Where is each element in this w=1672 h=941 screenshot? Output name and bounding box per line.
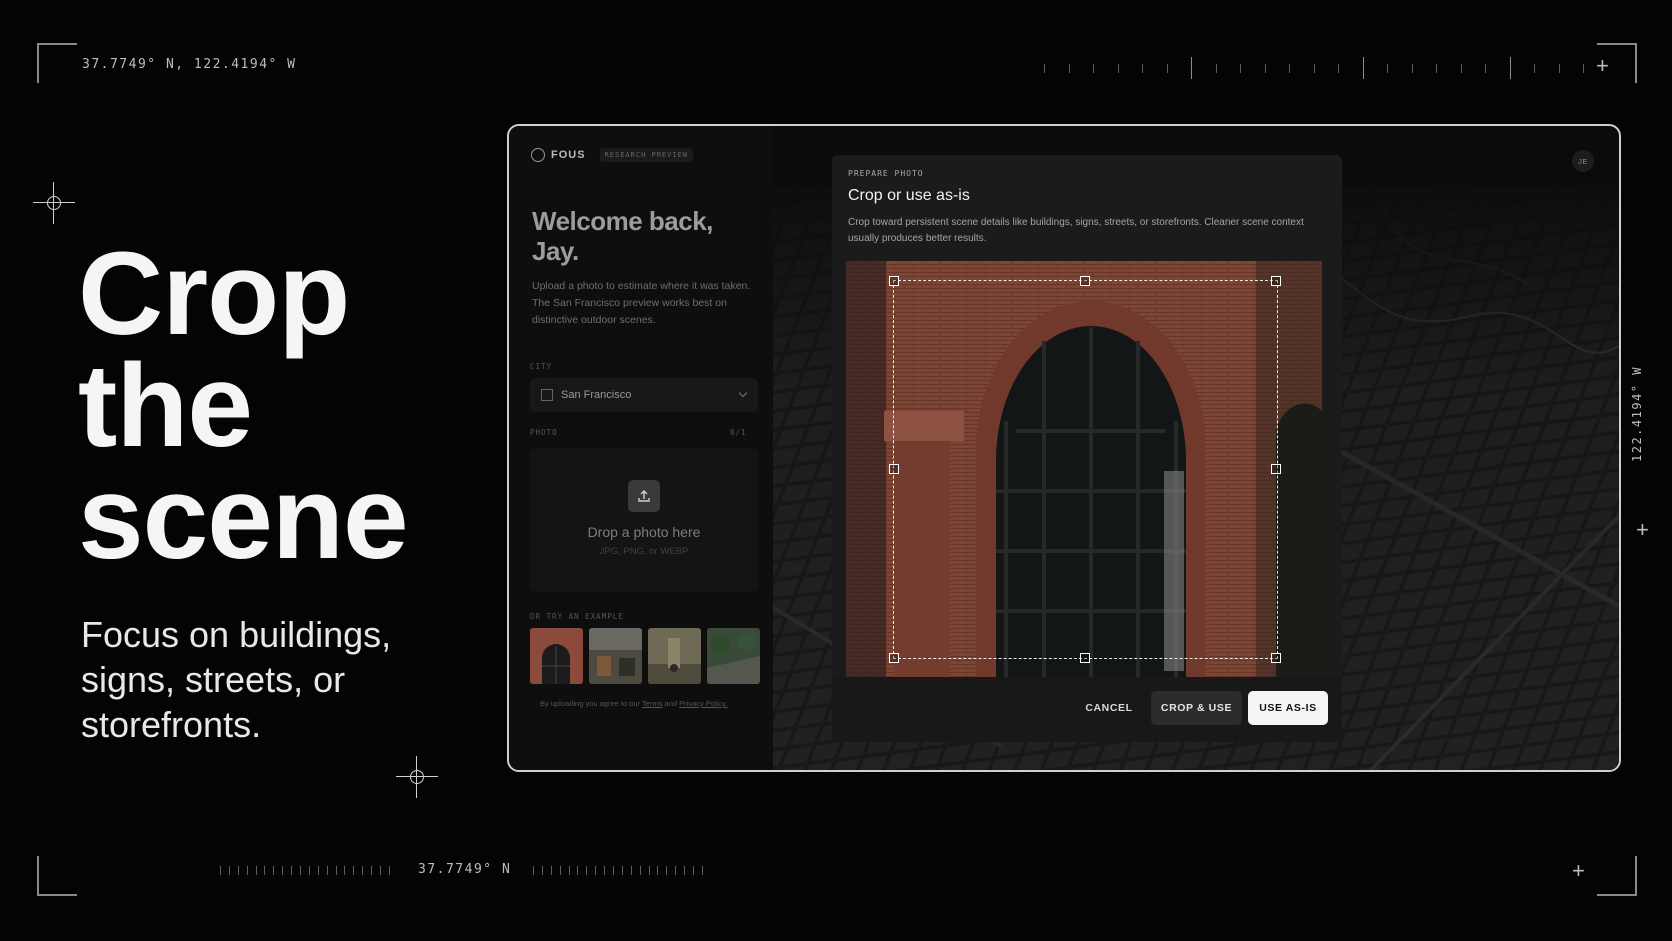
city-value: San Francisco <box>561 389 632 401</box>
frame-corner-bottom-right <box>1597 856 1637 896</box>
tick-ruler-bottom-left <box>220 859 390 881</box>
modal-footer: CANCEL CROP & USE USE AS-IS <box>832 677 1342 742</box>
coordinates-top-left: 37.7749° N, 122.4194° W <box>82 57 297 72</box>
modal-title: Crop or use as-is <box>848 187 970 204</box>
coordinates-right-vertical: 122.4194° W <box>1630 366 1644 462</box>
examples-label: OR TRY AN EXAMPLE <box>530 612 624 621</box>
example-thumbnail[interactable] <box>707 628 760 684</box>
coordinates-bottom: 37.7749° N <box>418 862 512 877</box>
plus-icon: + <box>1572 858 1585 883</box>
terms-notice: By uploading you agree to our Terms and … <box>540 699 727 708</box>
crop-and-use-button[interactable]: CROP & USE <box>1151 691 1242 725</box>
modal-eyebrow: PREPARE PHOTO <box>848 169 924 178</box>
frame-corner-top-left <box>37 43 77 83</box>
welcome-title: Welcome back, Jay. <box>532 206 713 266</box>
crop-handle-bottom-right[interactable] <box>1271 653 1281 663</box>
photo-label: PHOTO <box>530 428 558 437</box>
crop-handle-top-right[interactable] <box>1271 276 1281 286</box>
crop-handle-top-left[interactable] <box>889 276 899 286</box>
crosshair-icon <box>33 182 75 224</box>
crosshair-icon <box>396 756 438 798</box>
photo-count: 0/1 <box>730 428 747 437</box>
sidebar: FOUS RESEARCH PREVIEW Welcome back, Jay.… <box>509 126 773 770</box>
dropzone-formats: JPG, PNG, or WEBP <box>599 546 689 557</box>
frame-corner-bottom-left <box>37 856 77 896</box>
use-as-is-button[interactable]: USE AS-IS <box>1248 691 1328 725</box>
tick-ruler-bottom-right <box>533 859 703 881</box>
example-thumbnail[interactable] <box>530 628 583 684</box>
crop-box[interactable] <box>893 280 1278 659</box>
terms-link[interactable]: Terms <box>642 699 662 708</box>
privacy-policy-link[interactable]: Privacy Policy. <box>679 699 727 708</box>
hero-title-line: the <box>78 340 253 472</box>
example-thumbnail[interactable] <box>648 628 701 684</box>
photo-preview[interactable] <box>846 261 1322 677</box>
city-select[interactable]: San Francisco <box>530 378 758 412</box>
brand: FOUS RESEARCH PREVIEW <box>531 148 693 162</box>
brand-name: FOUS <box>551 149 586 161</box>
welcome-text: Upload a photo to estimate where it was … <box>532 280 751 326</box>
dropzone-title: Drop a photo here <box>587 524 701 540</box>
hero-subtitle: Focus on buildings, signs, streets, or s… <box>81 614 392 745</box>
prepare-photo-modal: PREPARE PHOTO Crop or use as-is Crop tow… <box>832 155 1342 742</box>
crop-handle-left[interactable] <box>889 464 899 474</box>
crop-handle-bottom-left[interactable] <box>889 653 899 663</box>
research-preview-badge: RESEARCH PREVIEW <box>599 148 693 162</box>
terms-prefix: By uploading you agree to our <box>540 699 641 708</box>
example-thumbnail[interactable] <box>589 628 642 684</box>
cancel-button[interactable]: CANCEL <box>1080 691 1138 725</box>
terms-and: and <box>664 699 678 708</box>
hero-title-line: scene <box>78 452 409 584</box>
chevron-down-icon <box>738 388 748 398</box>
hero-title: Crop the scene <box>78 228 409 584</box>
upload-arrow-icon <box>638 490 650 502</box>
plus-icon: + <box>1636 517 1649 542</box>
crop-handle-bottom[interactable] <box>1080 653 1090 663</box>
crop-handle-right[interactable] <box>1271 464 1281 474</box>
photo-dropzone[interactable]: Drop a photo here JPG, PNG, or WEBP <box>530 448 758 592</box>
user-avatar[interactable]: JE <box>1572 150 1594 172</box>
city-label: CITY <box>530 362 553 371</box>
tick-ruler-top <box>1044 57 1584 79</box>
upload-icon[interactable] <box>628 480 660 512</box>
plus-icon: + <box>1596 53 1609 78</box>
example-photos <box>530 628 760 684</box>
crop-handle-top[interactable] <box>1080 276 1090 286</box>
hero-title-line: Crop <box>78 228 350 360</box>
brand-logo-icon <box>531 148 545 162</box>
building-icon <box>541 389 553 401</box>
app-window: JE FOUS RESEARCH PREVIEW Welcome back, J… <box>507 124 1621 772</box>
modal-description: Crop toward persistent scene details lik… <box>848 217 1304 244</box>
